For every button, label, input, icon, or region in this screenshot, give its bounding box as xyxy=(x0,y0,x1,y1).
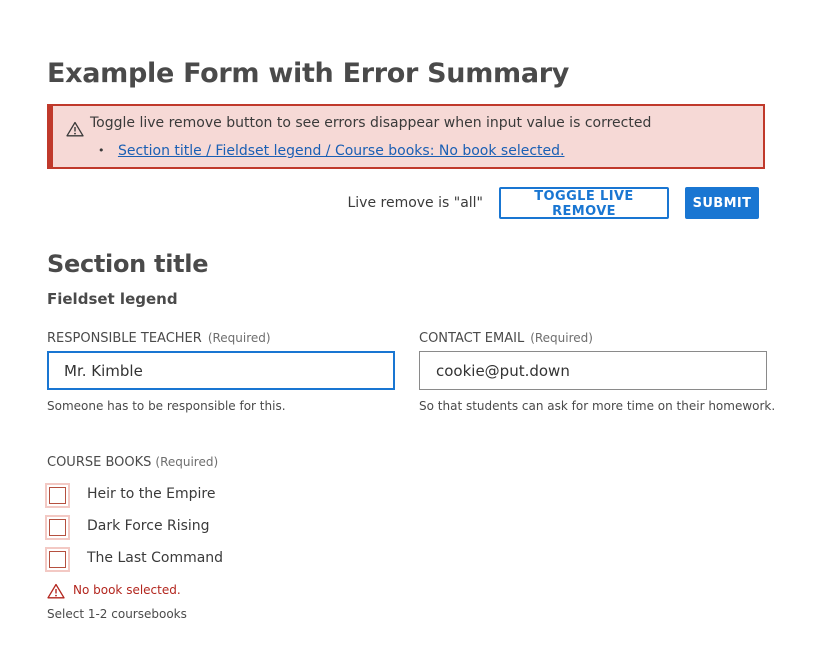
checkbox-label[interactable]: Dark Force Rising xyxy=(87,518,210,534)
course-books-label: Course books (Required) xyxy=(47,455,218,470)
checkbox[interactable] xyxy=(45,483,70,508)
email-field[interactable] xyxy=(419,351,767,390)
error-summary-item: Section title / Fieldset legend / Course… xyxy=(98,143,565,159)
checkbox-option-heir-to-the-empire: Heir to the Empire xyxy=(45,482,345,508)
error-message: No book selected. xyxy=(73,583,181,597)
form-page: Example Form with Error Summary Toggle l… xyxy=(0,0,814,671)
email-help-text: So that students can ask for more time o… xyxy=(419,399,776,413)
toggle-live-remove-button[interactable]: Toggle live remove xyxy=(499,187,669,219)
warning-triangle-icon xyxy=(47,583,65,599)
checkbox[interactable] xyxy=(45,547,70,572)
checkbox-option-the-last-command: The Last Command xyxy=(45,546,345,572)
teacher-input[interactable] xyxy=(47,351,395,390)
live-remove-status: Live remove is "all" xyxy=(347,195,483,211)
email-label: Contact email (Required) xyxy=(419,331,593,346)
error-summary-link[interactable]: Section title / Fieldset legend / Course… xyxy=(118,143,565,159)
error-summary: Toggle live remove button to see errors … xyxy=(47,104,765,169)
required-indicator: (Required) xyxy=(530,331,593,345)
required-indicator: (Required) xyxy=(155,455,219,469)
course-books-label-text: Course books xyxy=(47,455,152,470)
checkbox-label[interactable]: Heir to the Empire xyxy=(87,486,216,502)
required-indicator: (Required) xyxy=(207,331,271,345)
section-title: Section title xyxy=(47,250,209,278)
form-toolbar: Live remove is "all" Toggle live remove … xyxy=(0,187,814,219)
error-summary-message: Toggle live remove button to see errors … xyxy=(90,115,652,131)
checkbox-option-dark-force-rising: Dark Force Rising xyxy=(45,514,345,540)
teacher-help-text: Someone has to be responsible for this. xyxy=(47,399,286,413)
email-label-text: Contact email xyxy=(419,331,525,346)
fieldset-legend: Fieldset legend xyxy=(47,290,178,308)
checkbox[interactable] xyxy=(45,515,70,540)
checkbox-label[interactable]: The Last Command xyxy=(87,550,223,566)
course-books-help-text: Select 1-2 coursebooks xyxy=(47,607,187,621)
teacher-label-text: Responsible teacher xyxy=(47,331,202,346)
teacher-label: Responsible teacher (Required) xyxy=(47,331,271,346)
error-summary-list: Section title / Fieldset legend / Course… xyxy=(98,143,565,159)
page-title: Example Form with Error Summary xyxy=(47,58,570,89)
warning-triangle-icon xyxy=(66,121,84,137)
submit-button[interactable]: Submit xyxy=(685,187,759,219)
